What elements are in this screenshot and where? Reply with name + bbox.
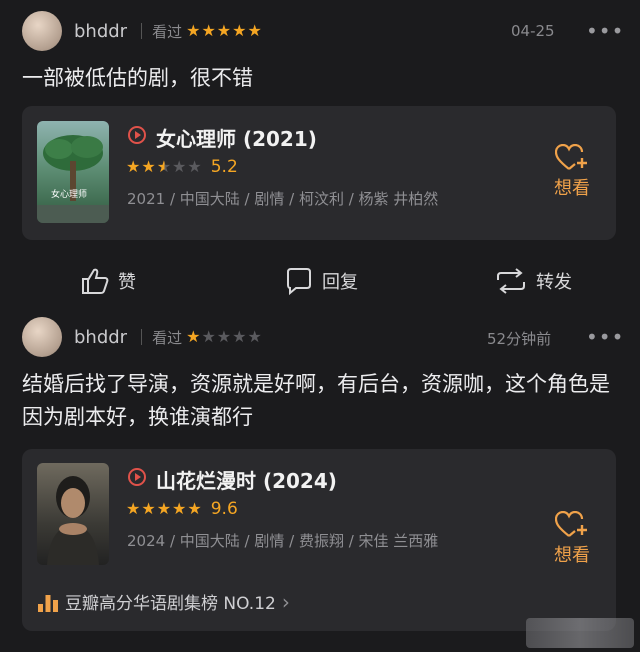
username[interactable]: bhddr: [74, 21, 127, 42]
like-button[interactable]: 赞: [80, 266, 136, 296]
star-icon: ★: [216, 21, 233, 40]
star-empty-icon: ★: [216, 327, 233, 346]
movie-meta: 2021 / 中国大陆 / 剧情 / 柯汶利 / 杨紫 井柏然: [127, 190, 439, 208]
divider: [141, 23, 143, 39]
movie-title[interactable]: 山花烂漫时 (2024): [156, 465, 337, 494]
want-to-watch-button[interactable]: 想看: [554, 511, 590, 567]
movie-score: 5.2: [210, 157, 238, 177]
post-date: 52分钟前: [487, 330, 552, 348]
star-icon: ★: [186, 21, 202, 40]
movie-poster: 女心理师: [37, 121, 109, 223]
avatar[interactable]: [22, 11, 62, 51]
username[interactable]: bhddr: [74, 327, 127, 348]
star-icon: ★: [126, 157, 142, 176]
star-icon: ★: [247, 21, 263, 40]
chevron-right-icon: ›: [281, 589, 290, 614]
star-icon: ★: [186, 327, 202, 346]
heart-plus-icon: [555, 144, 587, 170]
thumbs-up-icon: [82, 268, 109, 294]
movie-card[interactable]: 山花烂漫时 (2024) ★ ★ ★ ★ ★ 9.6 2024 / 中国大陆 / 剧情 …: [22, 449, 616, 631]
movie-rating-stars: ★ ★ ★ ★ ★: [126, 501, 203, 517]
movie-poster: [37, 463, 109, 565]
play-icon: [128, 126, 146, 144]
star-icon: ★: [156, 499, 173, 518]
post-text: 一部被低估的剧，很不错: [22, 66, 253, 90]
movie-title[interactable]: 女心理师 (2021): [156, 123, 317, 152]
star-icon: ★: [141, 499, 157, 518]
post-text: 结婚后找了导演，资源就是好啊，有后台，资源咖，这个角色是因为剧本好，换谁演都行: [22, 372, 610, 429]
repost-button[interactable]: 转发: [494, 266, 572, 296]
star-icon: ★: [201, 21, 217, 40]
star-empty-icon: ★: [201, 327, 217, 346]
watched-label: 看过: [152, 328, 183, 347]
poster-illustration: [47, 476, 99, 565]
star-empty-icon: ★: [247, 327, 263, 346]
poster-title: 女心理师: [51, 190, 88, 200]
star-icon: ★: [141, 157, 157, 176]
post-date: 04-25: [511, 22, 555, 40]
movie-rating: ★ ★ ★ ★ ★ 9.6: [126, 499, 238, 519]
movie-meta: 2024 / 中国大陆 / 剧情 / 费振翔 / 宋佳 兰西雅: [127, 532, 439, 550]
star-half-icon: ★: [156, 157, 173, 176]
user-rating-stars: ★ ★ ★ ★ ★: [186, 329, 263, 345]
movie-card[interactable]: 女心理师 女心理师 (2021) ★ ★ ★ ★ ★ 5.2 2021 / 中国大陆 /…: [22, 106, 616, 240]
repost-icon: [497, 268, 525, 294]
star-icon: ★: [172, 499, 188, 518]
star-icon: ★: [126, 499, 142, 518]
star-empty-icon: ★: [232, 327, 248, 346]
repost-label: 转发: [536, 272, 572, 293]
post2-header: bhddr 看过 ★ ★ ★ ★ ★: [22, 317, 263, 357]
divider: [141, 329, 143, 345]
ranking-bars-icon: [38, 594, 58, 612]
watermark: [526, 618, 634, 648]
want-label: 想看: [554, 545, 590, 566]
ranking-label: 豆瓣高分华语剧集榜 NO.12: [65, 594, 276, 614]
more-icon[interactable]: •••: [586, 325, 624, 349]
ranking-link[interactable]: 豆瓣高分华语剧集榜 NO.12 ›: [37, 589, 290, 614]
want-label: 想看: [554, 178, 590, 199]
movie-rating: ★ ★ ★ ★ ★ 5.2: [126, 157, 238, 177]
comment-icon: [287, 268, 311, 296]
reply-button[interactable]: 回复: [284, 266, 358, 296]
poster-illustration: [37, 135, 109, 223]
watched-label: 看过: [152, 22, 183, 41]
movie-score: 9.6: [210, 499, 238, 519]
post1-header: bhddr 看过 ★ ★ ★ ★ ★: [22, 11, 263, 51]
star-empty-icon: ★: [187, 157, 203, 176]
star-icon: ★: [232, 21, 248, 40]
more-icon[interactable]: •••: [586, 19, 624, 43]
user-rating-stars: ★ ★ ★ ★ ★: [186, 23, 263, 39]
movie-rating-stars: ★ ★ ★ ★ ★: [126, 159, 203, 175]
star-empty-icon: ★: [172, 157, 188, 176]
like-label: 赞: [118, 272, 136, 293]
reply-label: 回复: [322, 272, 358, 293]
play-icon: [128, 468, 146, 486]
star-icon: ★: [187, 499, 203, 518]
avatar[interactable]: [22, 317, 62, 357]
heart-plus-icon: [555, 511, 587, 537]
want-to-watch-button[interactable]: 想看: [554, 144, 590, 200]
